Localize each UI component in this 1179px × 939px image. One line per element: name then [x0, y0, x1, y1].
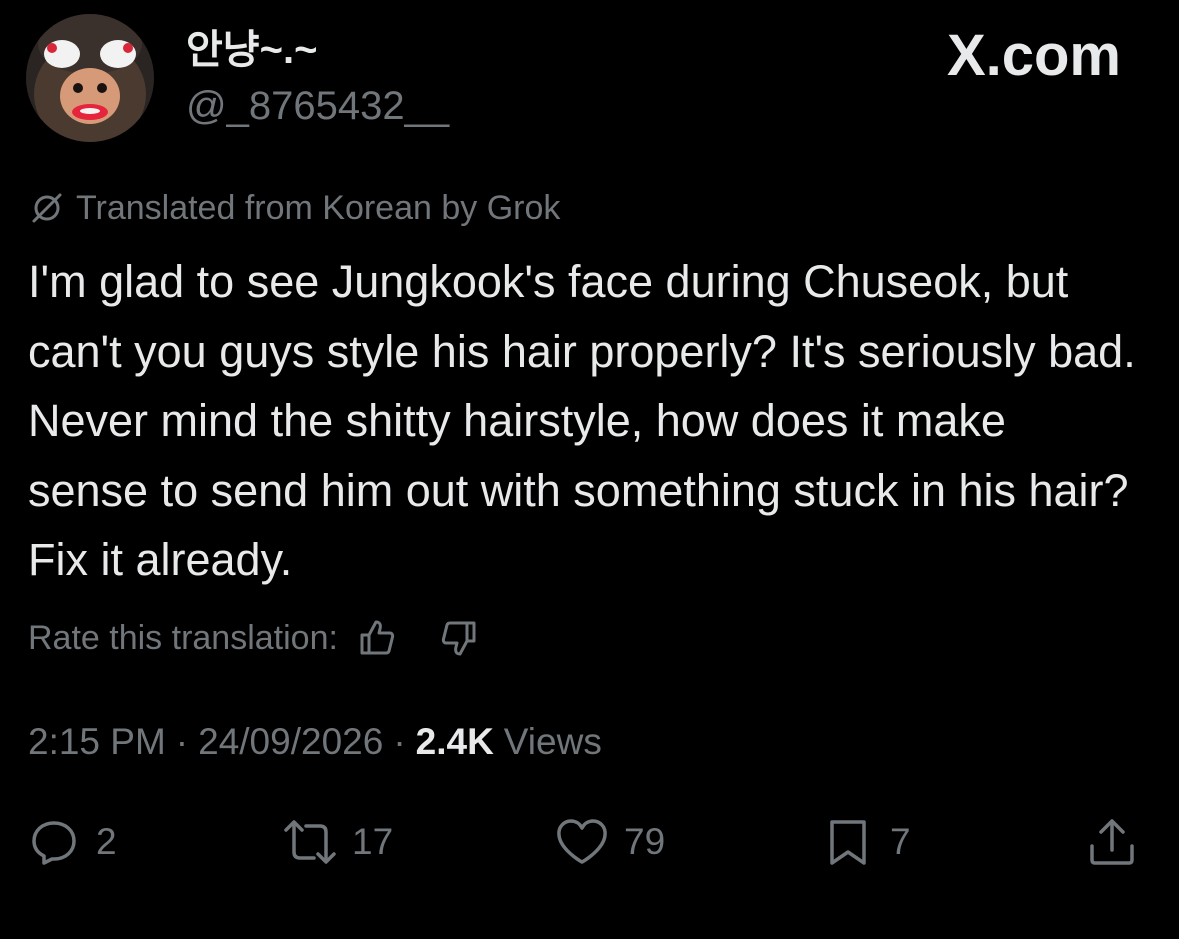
- display-name[interactable]: 안냥~.~: [186, 28, 317, 72]
- thumbs-up-icon[interactable]: [354, 615, 400, 661]
- tweet-time[interactable]: 2:15 PM: [28, 721, 166, 763]
- like-button[interactable]: 79: [554, 812, 665, 872]
- share-icon: [1084, 814, 1140, 870]
- tweet-meta: 2:15 PM · 24/09/2026 · 2.4K Views: [28, 716, 602, 768]
- site-watermark: X.com: [946, 23, 1121, 88]
- user-handle[interactable]: @_8765432__: [186, 83, 449, 129]
- like-count: 79: [624, 821, 666, 862]
- avatar[interactable]: [26, 14, 154, 142]
- translate-icon: [28, 189, 66, 227]
- thumbs-down-icon[interactable]: [436, 615, 482, 661]
- views-count[interactable]: 2.4K: [416, 721, 494, 763]
- reply-count: 2: [96, 821, 117, 862]
- heart-icon: [554, 814, 610, 870]
- repost-count: 17: [352, 821, 394, 862]
- meta-separator: ·: [393, 721, 406, 762]
- bookmark-count: 7: [890, 821, 911, 862]
- repost-icon: [282, 814, 338, 870]
- repost-button[interactable]: 17: [282, 812, 393, 872]
- views-label[interactable]: Views: [504, 721, 602, 763]
- tweet-text: I'm glad to see Jungkook's face during C…: [28, 256, 1136, 585]
- avatar-image: [26, 14, 154, 142]
- rate-translation-label: Rate this translation:: [28, 618, 338, 657]
- reply-button[interactable]: 2: [26, 812, 117, 872]
- translation-notice-text: Translated from Korean by Grok: [76, 188, 561, 227]
- reply-icon: [26, 814, 82, 870]
- meta-separator: ·: [175, 721, 189, 762]
- share-button[interactable]: [1084, 812, 1140, 872]
- rate-translation-row: Rate this translation:: [28, 610, 482, 666]
- bookmark-icon: [820, 814, 876, 870]
- tweet-date[interactable]: 24/09/2026: [198, 721, 383, 763]
- bookmark-button[interactable]: 7: [820, 812, 911, 872]
- translation-notice: Translated from Korean by Grok: [28, 186, 560, 230]
